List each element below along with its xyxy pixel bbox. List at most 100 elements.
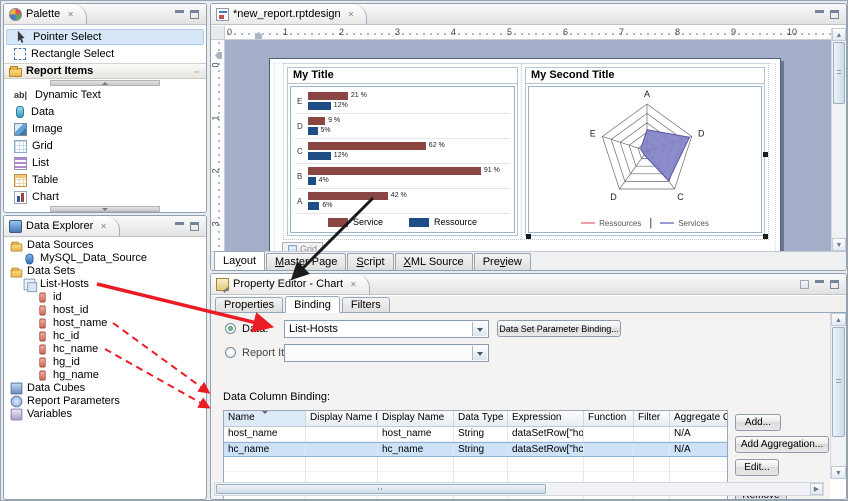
tab-binding[interactable]: Binding <box>285 296 340 313</box>
editor-tab-new-report[interactable]: *new_report.rptdesign <box>211 4 367 24</box>
data-explorer-view-tab[interactable]: Data Explorer <box>4 216 120 236</box>
tree-item-data-cubes[interactable]: Data Cubes <box>4 382 206 395</box>
scroll-right-icon[interactable]: ▶ <box>810 483 823 495</box>
bar-chart-plot[interactable]: E21 %12%D9 %5%C62 %12%B91 %4%A42 %6% Ser… <box>290 86 515 233</box>
maximize-icon[interactable] <box>190 222 199 231</box>
data-set-parameter-binding-button[interactable]: Data Set Parameter Binding... <box>497 320 621 337</box>
add-aggregation-button[interactable]: Add Aggregation... <box>735 436 829 453</box>
tree-item-id[interactable]: id <box>4 291 206 304</box>
margin-marker-icon[interactable] <box>255 32 262 39</box>
grid-cell-right[interactable]: My Second Title ADCDE Ressources|Service… <box>522 64 768 239</box>
minimize-icon[interactable] <box>815 10 824 19</box>
chevron-down-icon[interactable] <box>472 322 487 336</box>
scrollbar-thumb[interactable] <box>216 484 546 494</box>
property-vertical-scrollbar[interactable]: ▲ ▼ <box>830 313 846 479</box>
tree-item-data-sources[interactable]: Data Sources <box>4 239 206 252</box>
report-item-combo[interactable] <box>284 344 489 362</box>
selection-handle[interactable] <box>763 234 768 239</box>
tree-item-host-id[interactable]: host_id <box>4 304 206 317</box>
palette-item-list[interactable]: List <box>6 155 204 171</box>
tree-item-hc-id[interactable]: hc_id <box>4 330 206 343</box>
grid-cell-left[interactable]: My Title E21 %12%D9 %5%C62 %12%B91 %4%A4… <box>284 64 522 239</box>
maximize-icon[interactable] <box>830 10 839 19</box>
tab-filters[interactable]: Filters <box>342 297 390 312</box>
column-header-display-name-id[interactable]: Display Name ID <box>306 411 378 426</box>
tree-item-report-parameters[interactable]: Report Parameters <box>4 395 206 408</box>
property-horizontal-scrollbar[interactable]: ▶ <box>214 482 824 496</box>
tree-item-list-hosts[interactable]: List-Hosts <box>4 278 206 291</box>
column-header-aggregate-on[interactable]: Aggregate On <box>670 411 728 426</box>
scroll-up-icon[interactable]: ▲ <box>831 313 846 326</box>
data-radio[interactable] <box>225 323 236 334</box>
tab-properties[interactable]: Properties <box>215 297 283 312</box>
selection-handle[interactable] <box>763 152 768 157</box>
cell-empty <box>508 457 584 471</box>
palette-item-data[interactable]: Data <box>6 104 204 120</box>
property-editor-view-tab[interactable]: Property Editor - Chart <box>211 274 370 294</box>
tree-item-hg-name[interactable]: hg_name <box>4 369 206 382</box>
palette-item-pointer-select[interactable]: Pointer Select <box>6 29 204 45</box>
view-menu-icon[interactable] <box>800 280 809 289</box>
add-button[interactable]: Add... <box>735 414 781 431</box>
minimize-icon[interactable] <box>815 280 824 289</box>
bar-chart-rows: E21 %12%D9 %5%C62 %12%B91 %4%A42 %6% <box>291 87 514 214</box>
radar-chart-plot[interactable]: ADCDE Ressources|Services <box>528 86 762 233</box>
edit-button[interactable]: Edit... <box>735 459 779 476</box>
close-icon[interactable] <box>345 8 355 20</box>
editor-vertical-scrollbar[interactable]: ▲ ▼ <box>831 28 846 251</box>
tab-master-page[interactable]: Master Page <box>266 253 346 270</box>
tab-script[interactable]: Script <box>347 253 393 270</box>
minimize-icon[interactable] <box>175 10 184 19</box>
column-header-function[interactable]: Function <box>584 411 634 426</box>
design-canvas[interactable]: My Title E21 %12%D9 %5%C62 %12%B91 %4%A4… <box>225 40 831 251</box>
report-grid-element[interactable]: My Title E21 %12%D9 %5%C62 %12%B91 %4%A4… <box>283 63 769 240</box>
palette-item-grid[interactable]: Grid <box>6 138 204 154</box>
palette-section-report-items[interactable]: Report Items⇔ <box>4 63 206 79</box>
radar-chart-element[interactable]: My Second Title ADCDE Ressources|Service… <box>525 67 765 236</box>
table-row-host-name[interactable]: host_namehost_nameStringdataSetRow["ho..… <box>224 427 727 442</box>
column-header-name[interactable]: Name <box>224 411 306 426</box>
palette-scroll-up[interactable] <box>50 80 160 86</box>
palette-view-tab[interactable]: Palette <box>4 4 87 24</box>
margin-marker-icon[interactable] <box>215 52 222 59</box>
maximize-icon[interactable] <box>190 10 199 19</box>
report-page[interactable]: My Title E21 %12%D9 %5%C62 %12%B91 %4%A4… <box>269 58 781 251</box>
report-item-radio[interactable] <box>225 347 236 358</box>
tab-layout[interactable]: Layout <box>214 251 265 270</box>
scroll-down-icon[interactable]: ▼ <box>832 238 846 251</box>
column-header-expression[interactable]: Expression <box>508 411 584 426</box>
selection-handle[interactable] <box>526 234 531 239</box>
column-header-display-name[interactable]: Display Name <box>378 411 454 426</box>
scrollbar-thumb[interactable] <box>833 42 845 104</box>
data-set-combo[interactable]: List-Hosts <box>284 320 489 338</box>
column-header-filter[interactable]: Filter <box>634 411 670 426</box>
tab-xml-source[interactable]: XML Source <box>395 253 473 270</box>
close-icon[interactable] <box>97 220 107 232</box>
tree-item-hc-name[interactable]: hc_name <box>4 343 206 356</box>
scroll-up-icon[interactable]: ▲ <box>832 28 846 41</box>
ruler-number: 3 <box>211 221 221 226</box>
close-icon[interactable] <box>64 8 74 20</box>
table-row-hc-name[interactable]: hc_namehc_nameStringdataSetRow["hc...N/A <box>224 442 727 457</box>
close-icon[interactable] <box>347 278 357 290</box>
palette-item-rectangle-select[interactable]: Rectangle Select <box>6 46 204 62</box>
palette-item-table[interactable]: Table <box>6 172 204 188</box>
tree-item-host-name[interactable]: host_name <box>4 317 206 330</box>
minimize-icon[interactable] <box>175 222 184 231</box>
tab-preview[interactable]: Preview <box>474 253 531 270</box>
tree-item-variables[interactable]: Variables <box>4 408 206 421</box>
scrollbar-thumb[interactable] <box>832 327 845 437</box>
palette-item-image[interactable]: Image <box>6 121 204 137</box>
bar-chart-element[interactable]: My Title E21 %12%D9 %5%C62 %12%B91 %4%A4… <box>287 67 518 236</box>
tree-item-data-sets[interactable]: Data Sets <box>4 265 206 278</box>
tree-item-hg-id[interactable]: hg_id <box>4 356 206 369</box>
palette-item-dynamic-text[interactable]: ab|Dynamic Text <box>6 87 204 103</box>
palette-item-chart[interactable]: Chart <box>6 189 204 205</box>
tree-item-mysql-data-source[interactable]: MySQL_Data_Source <box>4 252 206 265</box>
grid-element-tab[interactable]: Grid <box>282 242 323 251</box>
scroll-down-icon[interactable]: ▼ <box>831 466 846 479</box>
column-header-data-type[interactable]: Data Type <box>454 411 508 426</box>
maximize-icon[interactable] <box>830 280 839 289</box>
chevron-down-icon[interactable] <box>472 346 487 360</box>
palette-scroll-down[interactable] <box>50 206 160 212</box>
